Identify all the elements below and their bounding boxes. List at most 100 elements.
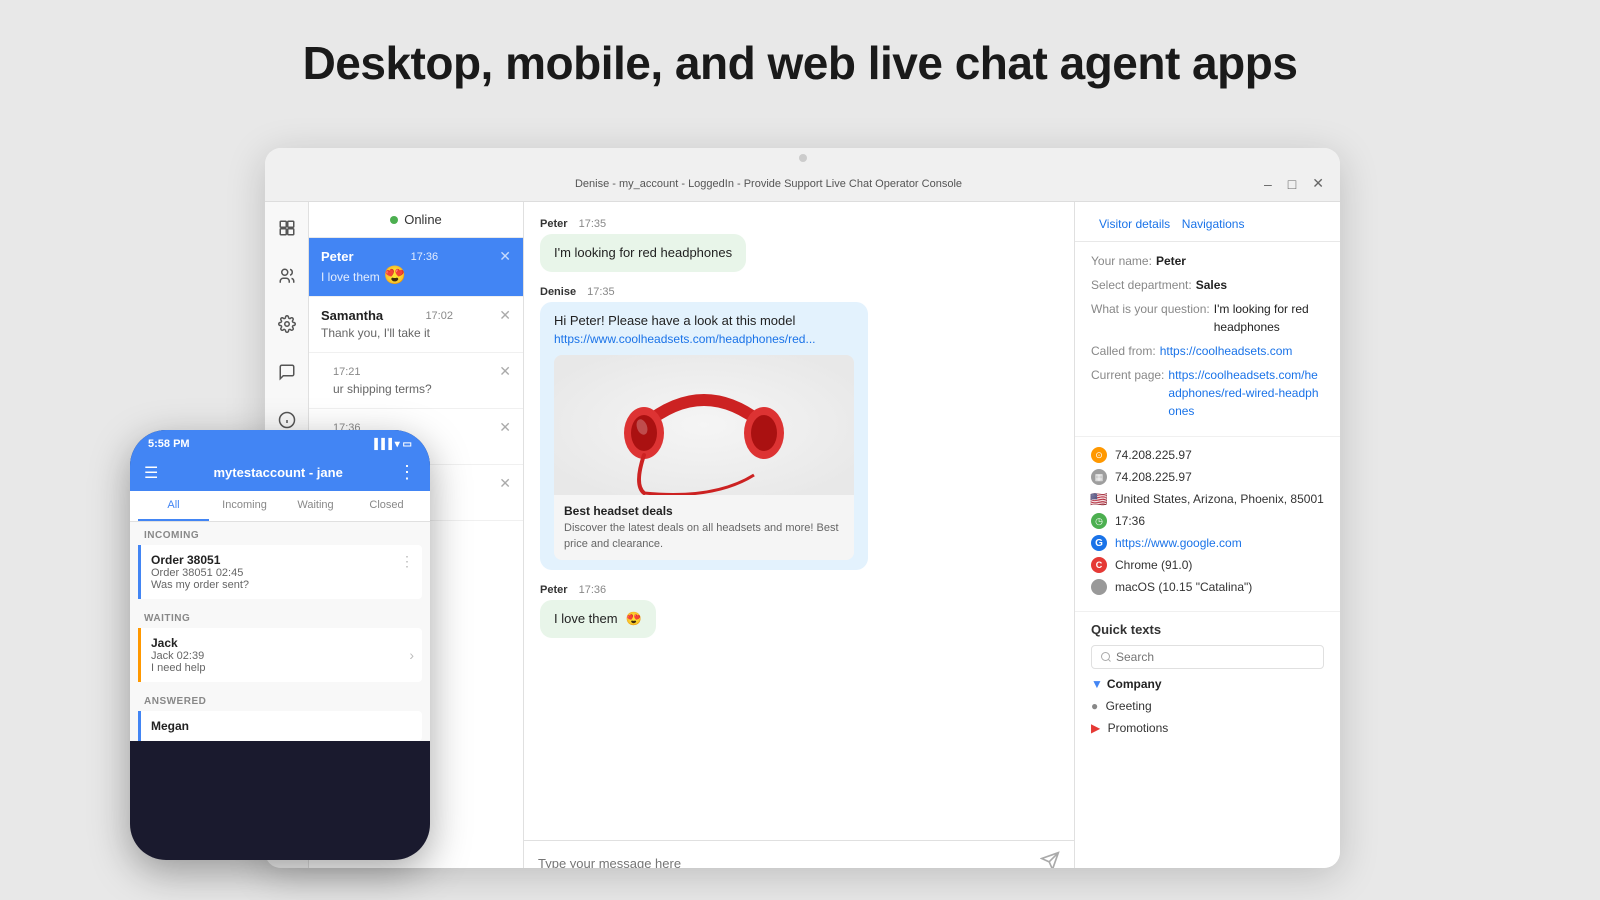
sidebar-chat-icon[interactable] xyxy=(271,356,303,388)
vd-location-value: United States, Arizona, Phoenix, 85001 xyxy=(1115,492,1324,506)
online-indicator xyxy=(390,216,398,224)
phone-statusbar: 5:58 PM ▐▐▐ ▾ ▭ xyxy=(130,430,430,454)
chat-item-3-time: 17:21 xyxy=(333,366,361,378)
vd-basic-info: Your name: Peter Select department: Sale… xyxy=(1075,242,1340,437)
vd-page-value[interactable]: https://coolheadsets.com/headphones/red-… xyxy=(1168,366,1324,420)
vd-question-row: What is your question: I'm looking for r… xyxy=(1091,300,1324,336)
phone-signal: ▐▐▐ ▾ ▭ xyxy=(371,439,412,450)
vd-browser-icon: C xyxy=(1091,557,1107,573)
vd-tech-info: ⊙ 74.208.225.97 ▦ 74.208.225.97 🇺🇸 Unite… xyxy=(1075,437,1340,612)
vd-page-row: Current page: https://coolheadsets.com/h… xyxy=(1091,366,1324,420)
qt-item-greeting[interactable]: ● Greeting xyxy=(1091,695,1324,717)
headphones-image xyxy=(554,355,854,495)
chat-item-peter[interactable]: Peter 17:36 ✕ I love them 😍 xyxy=(309,238,523,297)
close-button[interactable]: ✕ xyxy=(1308,175,1328,192)
vd-referrer-row: G https://www.google.com xyxy=(1091,535,1324,551)
chat-list-header: Online xyxy=(309,202,523,238)
msg-text-peter-2: I love them xyxy=(554,610,618,628)
vd-name-row: Your name: Peter xyxy=(1091,252,1324,270)
minimize-button[interactable]: – xyxy=(1260,176,1276,192)
send-button[interactable] xyxy=(1040,851,1060,868)
page-title: Desktop, mobile, and web live chat agent… xyxy=(0,0,1600,118)
quick-search-input[interactable] xyxy=(1116,650,1315,664)
chat-item-3-close[interactable]: ✕ xyxy=(499,363,511,380)
chat-item-samantha[interactable]: Samantha 17:02 ✕ Thank you, I'll take it xyxy=(309,297,523,353)
qt-arrow-promotions: ▶ xyxy=(1091,721,1100,735)
more-options-button[interactable]: ⋮ xyxy=(398,462,416,483)
headphones-card: Best headset deals Discover the latest d… xyxy=(554,355,854,561)
phone-jack-sub1: Jack 02:39 xyxy=(151,650,412,662)
msg-time-denise: 17:35 xyxy=(587,286,615,298)
msg-link-headphones[interactable]: https://www.coolheadsets.com/headphones/… xyxy=(554,332,816,346)
qt-label-promotions: Promotions xyxy=(1108,721,1169,735)
qt-item-promotions[interactable]: ▶ Promotions xyxy=(1091,717,1324,739)
vd-flag-icon: 🇺🇸 xyxy=(1091,491,1107,507)
phone-jack-arrow: › xyxy=(409,647,414,663)
vd-ip1-value: 74.208.225.97 xyxy=(1115,448,1192,462)
navigations-link[interactable]: Navigations xyxy=(1182,217,1245,231)
chat-item-samantha-time: 17:02 xyxy=(425,310,453,322)
battery-icon: ▭ xyxy=(403,439,412,450)
phone-app-header: ☰ mytestaccount - jane ⋮ xyxy=(130,454,430,491)
vd-referrer-value[interactable]: https://www.google.com xyxy=(1115,536,1242,550)
msg-bubble-denise: Hi Peter! Please have a look at this mod… xyxy=(540,302,868,570)
sidebar-users-icon[interactable] xyxy=(271,260,303,292)
camera-dot xyxy=(799,154,807,162)
sidebar-home-icon[interactable] xyxy=(271,212,303,244)
hamburger-button[interactable]: ☰ xyxy=(144,463,158,483)
msg-row-peter-2: Peter 17:36 I love them 😍 xyxy=(540,584,1058,638)
qt-dot-greeting: ● xyxy=(1091,699,1098,713)
tab-waiting[interactable]: Waiting xyxy=(280,491,351,521)
vd-name-label: Your name: xyxy=(1091,252,1152,270)
msg-text-denise: Hi Peter! Please have a look at this mod… xyxy=(554,312,854,330)
phone-order-sub1: Order 38051 02:45 xyxy=(151,567,412,579)
vd-question-label: What is your question: xyxy=(1091,300,1210,318)
msg-sender-name-peter: Peter xyxy=(540,218,568,230)
vd-dept-value: Sales xyxy=(1196,276,1227,294)
phone-megan-name: Megan xyxy=(151,719,412,733)
chat-item-5-close[interactable]: ✕ xyxy=(499,475,511,492)
chat-item-peter-emoji: 😍 xyxy=(384,265,406,286)
phone-account-name: mytestaccount - jane xyxy=(214,465,343,480)
chat-item-samantha-close[interactable]: ✕ xyxy=(499,307,511,324)
tab-all[interactable]: All xyxy=(138,491,209,521)
tab-incoming[interactable]: Incoming xyxy=(209,491,280,521)
qt-label-greeting: Greeting xyxy=(1106,699,1152,713)
maximize-button[interactable]: □ xyxy=(1284,176,1300,192)
msg-time-peter-2: 17:36 xyxy=(579,584,607,596)
chat-item-3[interactable]: 17:21 ✕ ur shipping terms? xyxy=(309,353,523,409)
chat-item-samantha-body: Samantha 17:02 ✕ Thank you, I'll take it xyxy=(321,307,511,342)
chat-item-peter-body: Peter 17:36 ✕ I love them 😍 xyxy=(321,248,511,286)
qt-group-arrow: ▼ xyxy=(1091,677,1103,691)
chat-item-peter-time: 17:36 xyxy=(411,251,439,263)
vd-time-value: 17:36 xyxy=(1115,514,1145,528)
phone-order-dots[interactable]: ⋮ xyxy=(400,553,414,570)
vd-ip2-value: 74.208.225.97 xyxy=(1115,470,1192,484)
msg-row-denise: Denise 17:35 Hi Peter! Please have a loo… xyxy=(540,286,1058,570)
qt-group-company[interactable]: ▼ Company xyxy=(1091,677,1324,691)
msg-row-peter-1: Peter 17:35 I'm looking for red headphon… xyxy=(540,218,1058,272)
quick-search-bar[interactable] xyxy=(1091,645,1324,669)
chat-item-peter-preview: I love them xyxy=(321,270,380,284)
phone-mockup: 5:58 PM ▐▐▐ ▾ ▭ ☰ mytestaccount - jane ⋮… xyxy=(130,430,430,860)
vd-called-value[interactable]: https://coolheadsets.com xyxy=(1160,342,1293,360)
tab-closed[interactable]: Closed xyxy=(351,491,422,521)
vd-dept-label: Select department: xyxy=(1091,276,1192,294)
chat-item-peter-close[interactable]: ✕ xyxy=(499,248,511,265)
vd-ip2-icon: ▦ xyxy=(1091,469,1107,485)
phone-chat-jack[interactable]: Jack Jack 02:39 I need help › xyxy=(138,628,422,682)
vd-os-row: macOS (10.15 "Catalina") xyxy=(1091,579,1324,595)
phone-tabs: All Incoming Waiting Closed xyxy=(130,491,430,522)
phone-time: 5:58 PM xyxy=(148,438,190,450)
chat-item-4-close[interactable]: ✕ xyxy=(499,419,511,436)
section-label-waiting: WAITING xyxy=(130,605,430,628)
vd-ip-icon: ⊙ xyxy=(1091,447,1107,463)
phone-chat-order[interactable]: Order 38051 Order 38051 02:45 Was my ord… xyxy=(138,545,422,599)
visitor-details-header: Visitor details Navigations xyxy=(1075,202,1340,242)
chat-item-3-preview: ur shipping terms? xyxy=(333,382,432,396)
phone-chat-megan[interactable]: Megan xyxy=(138,711,422,741)
chat-input[interactable] xyxy=(538,856,1032,868)
sidebar-settings-icon[interactable] xyxy=(271,308,303,340)
msg-time-peter-1: 17:35 xyxy=(579,218,607,230)
signal-bars-icon: ▐▐▐ xyxy=(371,439,392,450)
